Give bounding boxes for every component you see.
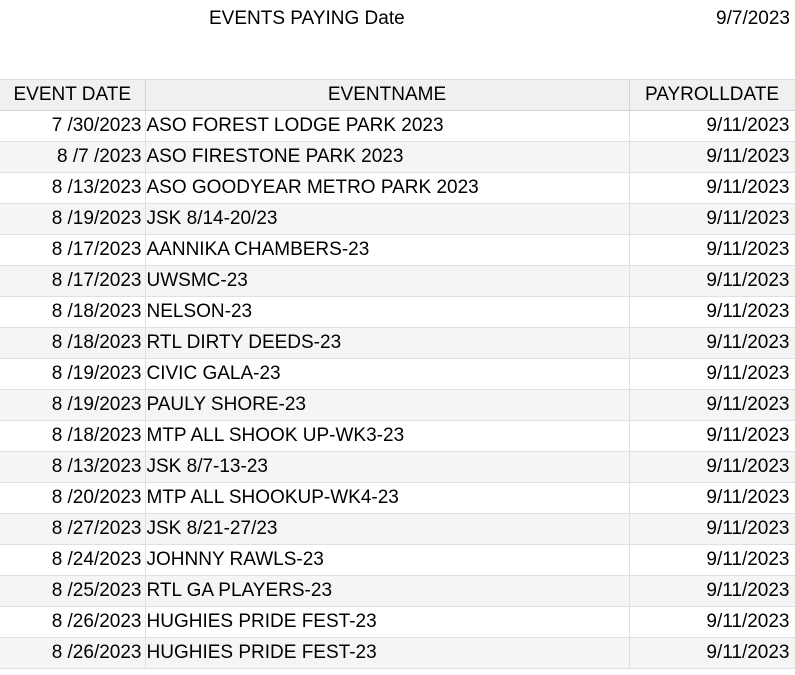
table-row[interactable]: 8 /25/2023 RTL GA PLAYERS-23 9/11/2023	[0, 575, 795, 607]
table-row[interactable]: 8 /27/2023 JSK 8/21-27/23 9/11/2023	[0, 513, 795, 545]
column-header-eventname[interactable]: EVENTNAME	[145, 79, 630, 111]
event-date-cell[interactable]: 8 /17/2023	[0, 265, 146, 297]
table-row[interactable]: 8 /19/2023 CIVIC GALA-23 9/11/2023	[0, 358, 795, 390]
table-row[interactable]: 8 /7 /2023 ASO FIRESTONE PARK 2023 9/11/20…	[0, 141, 795, 173]
payroll-date-cell[interactable]: 9/11/2023	[629, 203, 795, 235]
table-row[interactable]: 8 /20/2023 MTP ALL SHOOKUP-WK4-23 9/11/202…	[0, 482, 795, 514]
event-date-cell[interactable]: 8 /25/2023	[0, 575, 146, 607]
payroll-date-cell[interactable]: 9/11/2023	[629, 544, 795, 576]
event-name-cell[interactable]: PAULY SHORE-23	[145, 389, 630, 421]
payroll-date-cell[interactable]: 9/11/2023	[629, 606, 795, 638]
table-row[interactable]: 8 /18/2023 RTL DIRTY DEEDS-23 9/11/2023	[0, 327, 795, 359]
payroll-date-cell[interactable]: 9/11/2023	[629, 296, 795, 328]
table-row[interactable]: 8 /13/2023 ASO GOODYEAR METRO PARK 2023 9/…	[0, 172, 795, 204]
event-name-cell[interactable]: CIVIC GALA-23	[145, 358, 630, 390]
payroll-date-cell[interactable]: 9/11/2023	[629, 451, 795, 483]
event-name-cell[interactable]: NELSON-23	[145, 296, 630, 328]
payroll-date-cell[interactable]: 9/11/2023	[629, 234, 795, 266]
table-row[interactable]: 8 /26/2023 HUGHIES PRIDE FEST-23 9/11/2023	[0, 637, 795, 669]
column-header-event-date[interactable]: EVENT DATE	[0, 79, 146, 111]
events-table: EVENT DATE EVENTNAME PAYROLLDATE 7 /30/2…	[0, 79, 795, 669]
table-row[interactable]: 8 /18/2023 NELSON-23 9/11/2023	[0, 296, 795, 328]
event-name-cell[interactable]: JSK 8/21-27/23	[145, 513, 630, 545]
event-date-cell[interactable]: 8 /18/2023	[0, 296, 146, 328]
event-date-cell[interactable]: 8 /18/2023	[0, 327, 146, 359]
table-row[interactable]: 8 /18/2023 MTP ALL SHOOK UP-WK3-23 9/11/20…	[0, 420, 795, 452]
event-name-cell[interactable]: HUGHIES PRIDE FEST-23	[145, 637, 630, 669]
event-date-cell[interactable]: 8 /18/2023	[0, 420, 146, 452]
event-date-cell[interactable]: 7 /30/2023	[0, 110, 146, 142]
event-name-cell[interactable]: JSK 8/7-13-23	[145, 451, 630, 483]
event-name-cell[interactable]: JOHNNY RAWLS-23	[145, 544, 630, 576]
event-name-cell[interactable]: AANNIKA CHAMBERS-23	[145, 234, 630, 266]
column-header-payrolldate[interactable]: PAYROLLDATE	[629, 79, 795, 111]
event-name-cell[interactable]: JSK 8/14-20/23	[145, 203, 630, 235]
event-date-cell[interactable]: 8 /19/2023	[0, 389, 146, 421]
table-row[interactable]: 7 /30/2023 ASO FOREST LODGE PARK 2023 9/11…	[0, 110, 795, 142]
table-row[interactable]: 8 /19/2023 PAULY SHORE-23 9/11/2023	[0, 389, 795, 421]
payroll-date-cell[interactable]: 9/11/2023	[629, 513, 795, 545]
event-name-cell[interactable]: ASO GOODYEAR METRO PARK 2023	[145, 172, 630, 204]
payroll-date-cell[interactable]: 9/11/2023	[629, 420, 795, 452]
event-date-cell[interactable]: 8 /19/2023	[0, 358, 146, 390]
event-name-cell[interactable]: RTL GA PLAYERS-23	[145, 575, 630, 607]
table-row[interactable]: 8 /13/2023 JSK 8/7-13-23 9/11/2023	[0, 451, 795, 483]
event-date-cell[interactable]: 8 /17/2023	[0, 234, 146, 266]
event-date-cell[interactable]: 8 /26/2023	[0, 637, 146, 669]
payroll-date-cell[interactable]: 9/11/2023	[629, 110, 795, 142]
event-name-cell[interactable]: RTL DIRTY DEEDS-23	[145, 327, 630, 359]
event-date-cell[interactable]: 8 /26/2023	[0, 606, 146, 638]
header-row: EVENT DATE EVENTNAME PAYROLLDATE	[0, 79, 795, 111]
payroll-date-cell[interactable]: 9/11/2023	[629, 141, 795, 173]
table-row[interactable]: 8 /19/2023 JSK 8/14-20/23 9/11/2023	[0, 203, 795, 235]
report-date: 9/7/2023	[716, 8, 790, 29]
event-name-cell[interactable]: HUGHIES PRIDE FEST-23	[145, 606, 630, 638]
payroll-date-cell[interactable]: 9/11/2023	[629, 358, 795, 390]
event-date-cell[interactable]: 8 /7 /2023	[0, 141, 146, 173]
table-row[interactable]: 8 /26/2023 HUGHIES PRIDE FEST-23 9/11/2023	[0, 606, 795, 638]
event-date-cell[interactable]: 8 /20/2023	[0, 482, 146, 514]
event-date-cell[interactable]: 8 /13/2023	[0, 451, 146, 483]
event-date-cell[interactable]: 8 /27/2023	[0, 513, 146, 545]
event-name-cell[interactable]: ASO FOREST LODGE PARK 2023	[145, 110, 630, 142]
table-row[interactable]: 8 /24/2023 JOHNNY RAWLS-23 9/11/2023	[0, 544, 795, 576]
table-row[interactable]: 8 /17/2023 AANNIKA CHAMBERS-23 9/11/2023	[0, 234, 795, 266]
event-name-cell[interactable]: ASO FIRESTONE PARK 2023	[145, 141, 630, 173]
event-name-cell[interactable]: MTP ALL SHOOK UP-WK3-23	[145, 420, 630, 452]
payroll-date-cell[interactable]: 9/11/2023	[629, 172, 795, 204]
report-title: EVENTS PAYING Date	[209, 8, 405, 29]
event-date-cell[interactable]: 8 /24/2023	[0, 544, 146, 576]
payroll-date-cell[interactable]: 9/11/2023	[629, 637, 795, 669]
event-date-cell[interactable]: 8 /19/2023	[0, 203, 146, 235]
payroll-date-cell[interactable]: 9/11/2023	[629, 327, 795, 359]
event-name-cell[interactable]: MTP ALL SHOOKUP-WK4-23	[145, 482, 630, 514]
event-name-cell[interactable]: UWSMC-23	[145, 265, 630, 297]
payroll-date-cell[interactable]: 9/11/2023	[629, 389, 795, 421]
event-date-cell[interactable]: 8 /13/2023	[0, 172, 146, 204]
payroll-date-cell[interactable]: 9/11/2023	[629, 575, 795, 607]
payroll-date-cell[interactable]: 9/11/2023	[629, 265, 795, 297]
payroll-date-cell[interactable]: 9/11/2023	[629, 482, 795, 514]
table-row[interactable]: 8 /17/2023 UWSMC-23 9/11/2023	[0, 265, 795, 297]
